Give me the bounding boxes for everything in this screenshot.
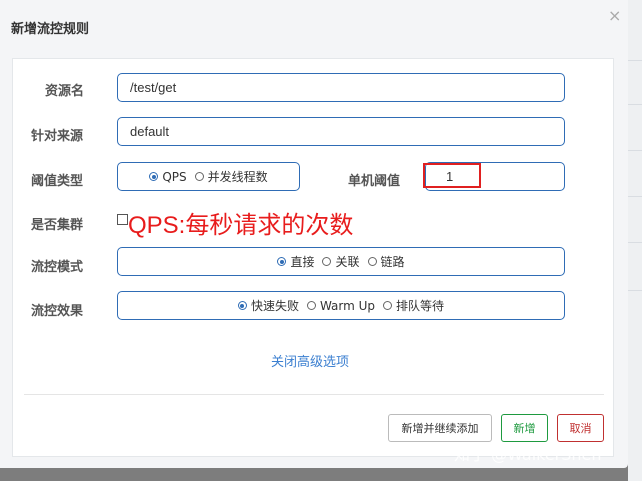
cluster-label: 是否集群 [31, 218, 84, 233]
threshold-type-qps-radio[interactable]: QPS [149, 169, 187, 184]
threshold-type-group: QPS 并发线程数 [117, 162, 300, 191]
flow-effect-label: 流控效果 [31, 304, 84, 319]
radio-unselected-icon [194, 172, 204, 181]
radio-selected-icon [277, 257, 287, 266]
close-icon[interactable]: × [608, 8, 621, 24]
radio-label: 关联 [335, 255, 360, 269]
background-page-strip [628, 0, 642, 481]
source-label: 针对来源 [31, 129, 84, 144]
radio-unselected-icon [322, 257, 332, 266]
radio-selected-icon [149, 172, 159, 181]
flow-effect-queue-radio[interactable]: 排队等待 [383, 297, 444, 314]
flow-mode-direct-radio[interactable]: 直接 [277, 253, 314, 270]
radio-label: 链路 [380, 255, 405, 269]
radio-label: Warm Up [319, 298, 376, 313]
radio-label: 直接 [290, 255, 315, 269]
radio-selected-icon [237, 301, 247, 310]
flow-mode-chain-radio[interactable]: 链路 [367, 253, 405, 270]
add-button[interactable]: 新增 [501, 414, 548, 442]
cancel-button[interactable]: 取消 [557, 414, 604, 442]
add-and-continue-button[interactable]: 新增并继续添加 [388, 414, 492, 442]
resource-name-input[interactable] [117, 73, 565, 102]
dialog-title: 新增流控规则 [11, 22, 90, 37]
cluster-checkbox[interactable] [117, 214, 128, 225]
radio-label: QPS [162, 169, 187, 184]
flow-mode-related-radio[interactable]: 关联 [322, 253, 360, 270]
resource-name-label: 资源名 [45, 84, 85, 99]
radio-unselected-icon [383, 301, 393, 310]
flow-effect-group: 快速失败 Warm Up 排队等待 [117, 291, 565, 320]
flow-mode-group: 直接 关联 链路 [117, 247, 565, 276]
radio-label: 快速失败 [250, 299, 299, 313]
single-threshold-input[interactable] [425, 162, 565, 191]
flow-effect-fail-fast-radio[interactable]: 快速失败 [237, 297, 299, 314]
footer-divider [24, 394, 604, 395]
source-input[interactable] [117, 117, 565, 146]
qps-annotation: QPS:每秒请求的次数 [128, 212, 354, 239]
watermark: 知乎 @WalkerShen [454, 445, 602, 464]
radio-unselected-icon [367, 257, 377, 266]
flow-rule-dialog: 新增流控规则 × 资源名 针对来源 阈值类型 QPS 并发线程数 单机阈值 是否… [0, 0, 628, 468]
radio-label: 排队等待 [396, 299, 445, 313]
threshold-type-threads-radio[interactable]: 并发线程数 [194, 168, 268, 185]
close-advanced-options-link[interactable]: 关闭高级选项 [271, 351, 349, 370]
single-threshold-label: 单机阈值 [348, 174, 401, 189]
radio-label: 并发线程数 [207, 170, 268, 184]
threshold-type-label: 阈值类型 [31, 174, 84, 189]
flow-mode-label: 流控模式 [31, 260, 84, 275]
radio-unselected-icon [306, 301, 316, 310]
flow-effect-warm-up-radio[interactable]: Warm Up [306, 298, 376, 313]
